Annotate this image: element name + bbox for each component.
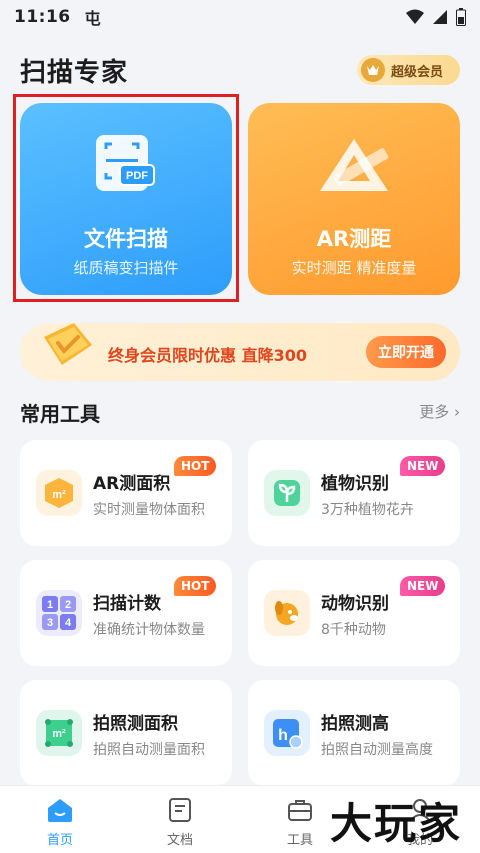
svg-text:h: h xyxy=(278,727,288,744)
chevron-right-icon: › xyxy=(454,403,460,421)
tool-title: 扫描计数 xyxy=(93,594,161,614)
svg-text:4: 4 xyxy=(65,617,72,629)
tool-ar-area[interactable]: m² AR测面积 实时测量物体面积 HOT xyxy=(20,440,232,546)
svg-text:m²: m² xyxy=(52,728,66,740)
tool-title: 拍照测面积 xyxy=(93,714,178,734)
svg-text:m²: m² xyxy=(52,489,66,501)
svg-text:3: 3 xyxy=(47,617,53,629)
tools-section-title: 常用工具 xyxy=(20,402,100,426)
battery-icon xyxy=(456,8,466,26)
new-badge: NEW xyxy=(400,576,446,596)
tab-label: 文档 xyxy=(166,833,193,848)
tool-desc: 拍照自动测量高度 xyxy=(321,742,433,758)
tool-scan-count[interactable]: 1 2 3 4 扫描计数 准确统计物体数量 HOT xyxy=(20,560,232,666)
status-bar: 11:16 屯 xyxy=(0,0,480,34)
hot-badge: HOT xyxy=(174,576,217,596)
tool-plant-id[interactable]: 植物识别 3万种植物花卉 NEW xyxy=(248,440,460,546)
vip-gem-icon xyxy=(34,315,98,383)
tool-title: AR测面积 xyxy=(93,474,171,494)
home-icon xyxy=(20,796,100,824)
tab-label: 工具 xyxy=(286,833,313,848)
signal-icon xyxy=(433,10,447,24)
vip-badge-label: 超级会员 xyxy=(391,64,444,80)
dog-icon xyxy=(264,590,310,636)
tool-photo-height[interactable]: h 拍照测高 拍照自动测量高度 xyxy=(248,680,460,786)
vip-crown-icon xyxy=(361,58,385,82)
number-grid-icon: 1 2 3 4 xyxy=(36,590,82,636)
svg-text:1: 1 xyxy=(47,599,53,611)
photo-area-icon: m² xyxy=(36,710,82,756)
file-scan-subtitle: 纸质稿变扫描件 xyxy=(73,259,179,277)
tool-desc: 拍照自动测量面积 xyxy=(93,742,205,758)
tool-desc: 实时测量物体面积 xyxy=(93,502,205,518)
status-time: 11:16 xyxy=(14,7,71,27)
toolbox-icon xyxy=(260,796,340,824)
tool-title: 动物识别 xyxy=(321,594,389,614)
activate-now-button[interactable]: 立即开通 xyxy=(366,336,446,368)
ar-distance-title: AR测距 xyxy=(316,227,392,251)
tool-animal-id[interactable]: 动物识别 8千种动物 NEW xyxy=(248,560,460,666)
plant-sprout-icon xyxy=(264,470,310,516)
tool-photo-area[interactable]: m² 拍照测面积 拍照自动测量面积 xyxy=(20,680,232,786)
tab-documents[interactable]: 文档 xyxy=(140,796,220,848)
svg-text:2: 2 xyxy=(65,599,71,611)
page-title: 扫描专家 xyxy=(20,58,129,88)
hot-badge: HOT xyxy=(174,456,217,476)
document-icon xyxy=(140,796,220,824)
tool-title: 植物识别 xyxy=(321,474,389,494)
tab-tools[interactable]: 工具 xyxy=(260,796,340,848)
tool-desc: 3万种植物花卉 xyxy=(321,502,414,518)
pdf-scan-icon: PDF xyxy=(94,133,158,201)
carrier-icon: 屯 xyxy=(84,9,101,28)
promo-text: 终身会员限时优惠 直降300 xyxy=(108,346,307,365)
tool-desc: 准确统计物体数量 xyxy=(93,622,205,638)
wifi-icon xyxy=(406,9,424,24)
tool-title: 拍照测高 xyxy=(321,714,389,734)
tab-label: 首页 xyxy=(46,833,73,848)
more-tools-link[interactable]: 更多 › xyxy=(419,401,460,422)
new-badge: NEW xyxy=(400,456,446,476)
ar-distance-card[interactable]: AR测距 实时测距 精准度量 xyxy=(248,103,460,295)
photo-height-icon: h xyxy=(264,710,310,756)
area-cube-icon: m² xyxy=(36,470,82,516)
file-scan-card[interactable]: PDF 文件扫描 纸质稿变扫描件 xyxy=(20,103,232,295)
more-tools-label: 更多 xyxy=(419,403,450,421)
watermark: 大玩家 xyxy=(330,799,463,848)
svg-text:PDF: PDF xyxy=(126,170,148,182)
file-scan-title: 文件扫描 xyxy=(84,227,168,251)
ruler-triangle-icon xyxy=(314,133,394,201)
ar-distance-subtitle: 实时测距 精准度量 xyxy=(291,259,417,277)
tab-home[interactable]: 首页 xyxy=(20,796,100,848)
tool-desc: 8千种动物 xyxy=(321,622,386,638)
vip-badge-button[interactable]: 超级会员 xyxy=(357,55,460,85)
promo-banner[interactable]: 终身会员限时优惠 直降300 立即开通 xyxy=(20,323,460,381)
